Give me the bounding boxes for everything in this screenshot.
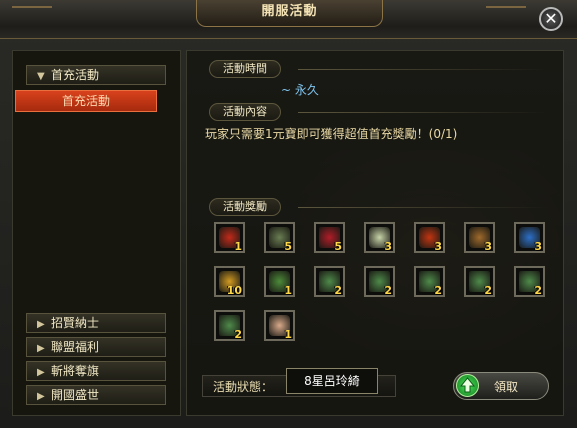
reward-slot[interactable]: 3: [364, 222, 395, 253]
sidebar-item-label: 開國盛世: [51, 388, 100, 402]
reward-slot[interactable]: 2: [364, 266, 395, 297]
reward-count: 3: [434, 240, 442, 253]
chevron-right-icon: ▶: [37, 391, 45, 402]
close-button[interactable]: ✕: [539, 7, 563, 31]
reward-count: 5: [334, 240, 342, 253]
claim-button-label: 領取: [494, 380, 519, 394]
reward-count: 1: [284, 284, 292, 297]
reward-count: 2: [484, 284, 492, 297]
window-title: 開服活動: [261, 4, 318, 19]
reward-slot[interactable]: 2: [464, 266, 495, 297]
sidebar-subitem-label: 首充活動: [61, 94, 110, 108]
reward-slot[interactable]: 2: [414, 266, 445, 297]
reward-count: 1: [234, 240, 242, 253]
title-bar: 開服活動 ✕: [0, 0, 577, 39]
reward-slot[interactable]: 2: [214, 310, 245, 341]
chevron-right-icon: ▶: [37, 367, 45, 378]
reward-count: 2: [334, 284, 342, 297]
sidebar-item-alliance-welfare[interactable]: ▶ 聯盟福利: [26, 337, 166, 357]
section-divider: [298, 112, 548, 113]
reward-count: 2: [534, 284, 542, 297]
sidebar-item-label: 斬將奪旗: [51, 364, 100, 378]
reward-slot[interactable]: 3: [414, 222, 445, 253]
section-header-time: 活動時間: [209, 60, 281, 78]
section-header-rewards: 活動獎勵: [209, 198, 281, 216]
sidebar-item-recruit[interactable]: ▶ 招賢納士: [26, 313, 166, 333]
reward-count: 2: [234, 328, 242, 341]
chevron-right-icon: ▶: [37, 343, 45, 354]
claim-button[interactable]: 領取: [453, 372, 549, 400]
section-header-content: 活動內容: [209, 103, 281, 121]
title-ornament-left: [12, 6, 52, 22]
sidebar-item-first-recharge[interactable]: ▼ 首充活動: [26, 65, 166, 85]
title-ornament-right: [486, 6, 526, 22]
activity-content-value: 玩家只需要1元寶即可獲得超值首充獎勵！(0/1): [205, 127, 458, 141]
section-title: 活動時間: [223, 62, 267, 75]
section-title: 活動獎勵: [223, 200, 267, 213]
sidebar-item-founding-prosperity[interactable]: ▶ 開國盛世: [26, 385, 166, 405]
reward-count: 3: [384, 240, 392, 253]
activity-time-value: ~ 永久: [281, 83, 319, 97]
section-divider: [298, 207, 548, 208]
sidebar-item-label: 首充活動: [51, 68, 100, 82]
reward-slot[interactable]: 1: [264, 310, 295, 341]
reward-slot[interactable]: 5: [264, 222, 295, 253]
reward-slot[interactable]: 5: [314, 222, 345, 253]
reward-slot[interactable]: 1: [214, 222, 245, 253]
reward-slot[interactable]: 10: [214, 266, 245, 297]
sidebar-subitem-first-recharge[interactable]: 首充活動: [15, 90, 157, 112]
event-window: 開服活動 ✕ ▼ 首充活動 首充活動 ▶ 招賢納士 ▶ 聯盟福利 ▶ 斬將奪旗 ▶ 開國盛…: [0, 0, 577, 428]
sidebar-item-capture-flag[interactable]: ▶ 斬將奪旗: [26, 361, 166, 381]
title-plate: 開服活動: [196, 0, 383, 27]
reward-slot[interactable]: 2: [514, 266, 545, 297]
close-icon: ✕: [544, 9, 558, 28]
reward-count: 2: [384, 284, 392, 297]
reward-slot[interactable]: 2: [314, 266, 345, 297]
reward-count: 1: [284, 328, 292, 341]
reward-count: 3: [484, 240, 492, 253]
sidebar-item-label: 聯盟福利: [51, 340, 100, 354]
up-arrow-icon: [456, 374, 479, 397]
section-divider: [298, 69, 548, 70]
reward-count: 5: [284, 240, 292, 253]
status-value: 8星呂玲綺: [286, 368, 378, 394]
reward-slot[interactable]: 3: [464, 222, 495, 253]
reward-count: 10: [226, 284, 242, 297]
section-title: 活動內容: [223, 105, 267, 118]
chevron-right-icon: ▶: [37, 319, 45, 330]
reward-slot[interactable]: 1: [264, 266, 295, 297]
reward-count: 2: [434, 284, 442, 297]
reward-slot[interactable]: 3: [514, 222, 545, 253]
sidebar-item-label: 招賢納士: [51, 316, 100, 330]
reward-count: 3: [534, 240, 542, 253]
chevron-down-icon: ▼: [37, 71, 45, 82]
status-label: 活動狀態：: [213, 380, 274, 394]
